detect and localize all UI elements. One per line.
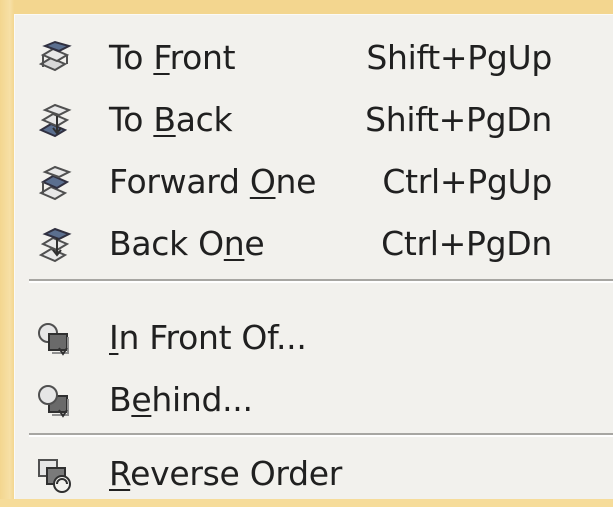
reverse-order-icon <box>35 456 75 496</box>
in-front-of-icon <box>35 320 75 360</box>
menu-item-shortcut: Shift+PgDn <box>365 100 552 139</box>
menu-separator <box>29 279 613 283</box>
to-front-icon <box>35 40 75 80</box>
menu-item-shortcut: Ctrl+PgUp <box>382 162 552 201</box>
order-context-menu: To Front Shift+PgUp To Back Shift+PgDn F… <box>14 14 613 499</box>
menu-item-to-front[interactable]: To Front Shift+PgUp <box>15 29 613 91</box>
menu-item-label: In Front Of... <box>109 318 307 357</box>
menu-item-back-one[interactable]: Back One Ctrl+PgDn <box>15 215 613 277</box>
menu-item-label: Back One <box>109 224 265 263</box>
menu-item-label: Behind... <box>109 380 253 419</box>
menu-item-shortcut: Ctrl+PgDn <box>381 224 552 263</box>
behind-icon <box>35 382 75 422</box>
menu-item-label: Forward One <box>109 162 317 201</box>
menu-item-behind[interactable]: Behind... <box>15 371 613 433</box>
back-one-icon <box>35 226 75 266</box>
menu-item-forward-one[interactable]: Forward One Ctrl+PgUp <box>15 153 613 215</box>
menu-item-in-front-of[interactable]: In Front Of... <box>15 309 613 371</box>
menu-separator <box>29 433 613 437</box>
menu-item-label: To Back <box>109 100 233 139</box>
menu-item-label: To Front <box>109 38 236 77</box>
menu-item-label: Reverse Order <box>109 454 343 493</box>
forward-one-icon <box>35 164 75 204</box>
menu-item-to-back[interactable]: To Back Shift+PgDn <box>15 91 613 153</box>
to-back-icon <box>35 102 75 142</box>
page-background: To Front Shift+PgUp To Back Shift+PgDn F… <box>0 0 613 499</box>
menu-item-shortcut: Shift+PgUp <box>366 38 552 77</box>
menu-item-reverse-order[interactable]: Reverse Order <box>15 445 613 507</box>
